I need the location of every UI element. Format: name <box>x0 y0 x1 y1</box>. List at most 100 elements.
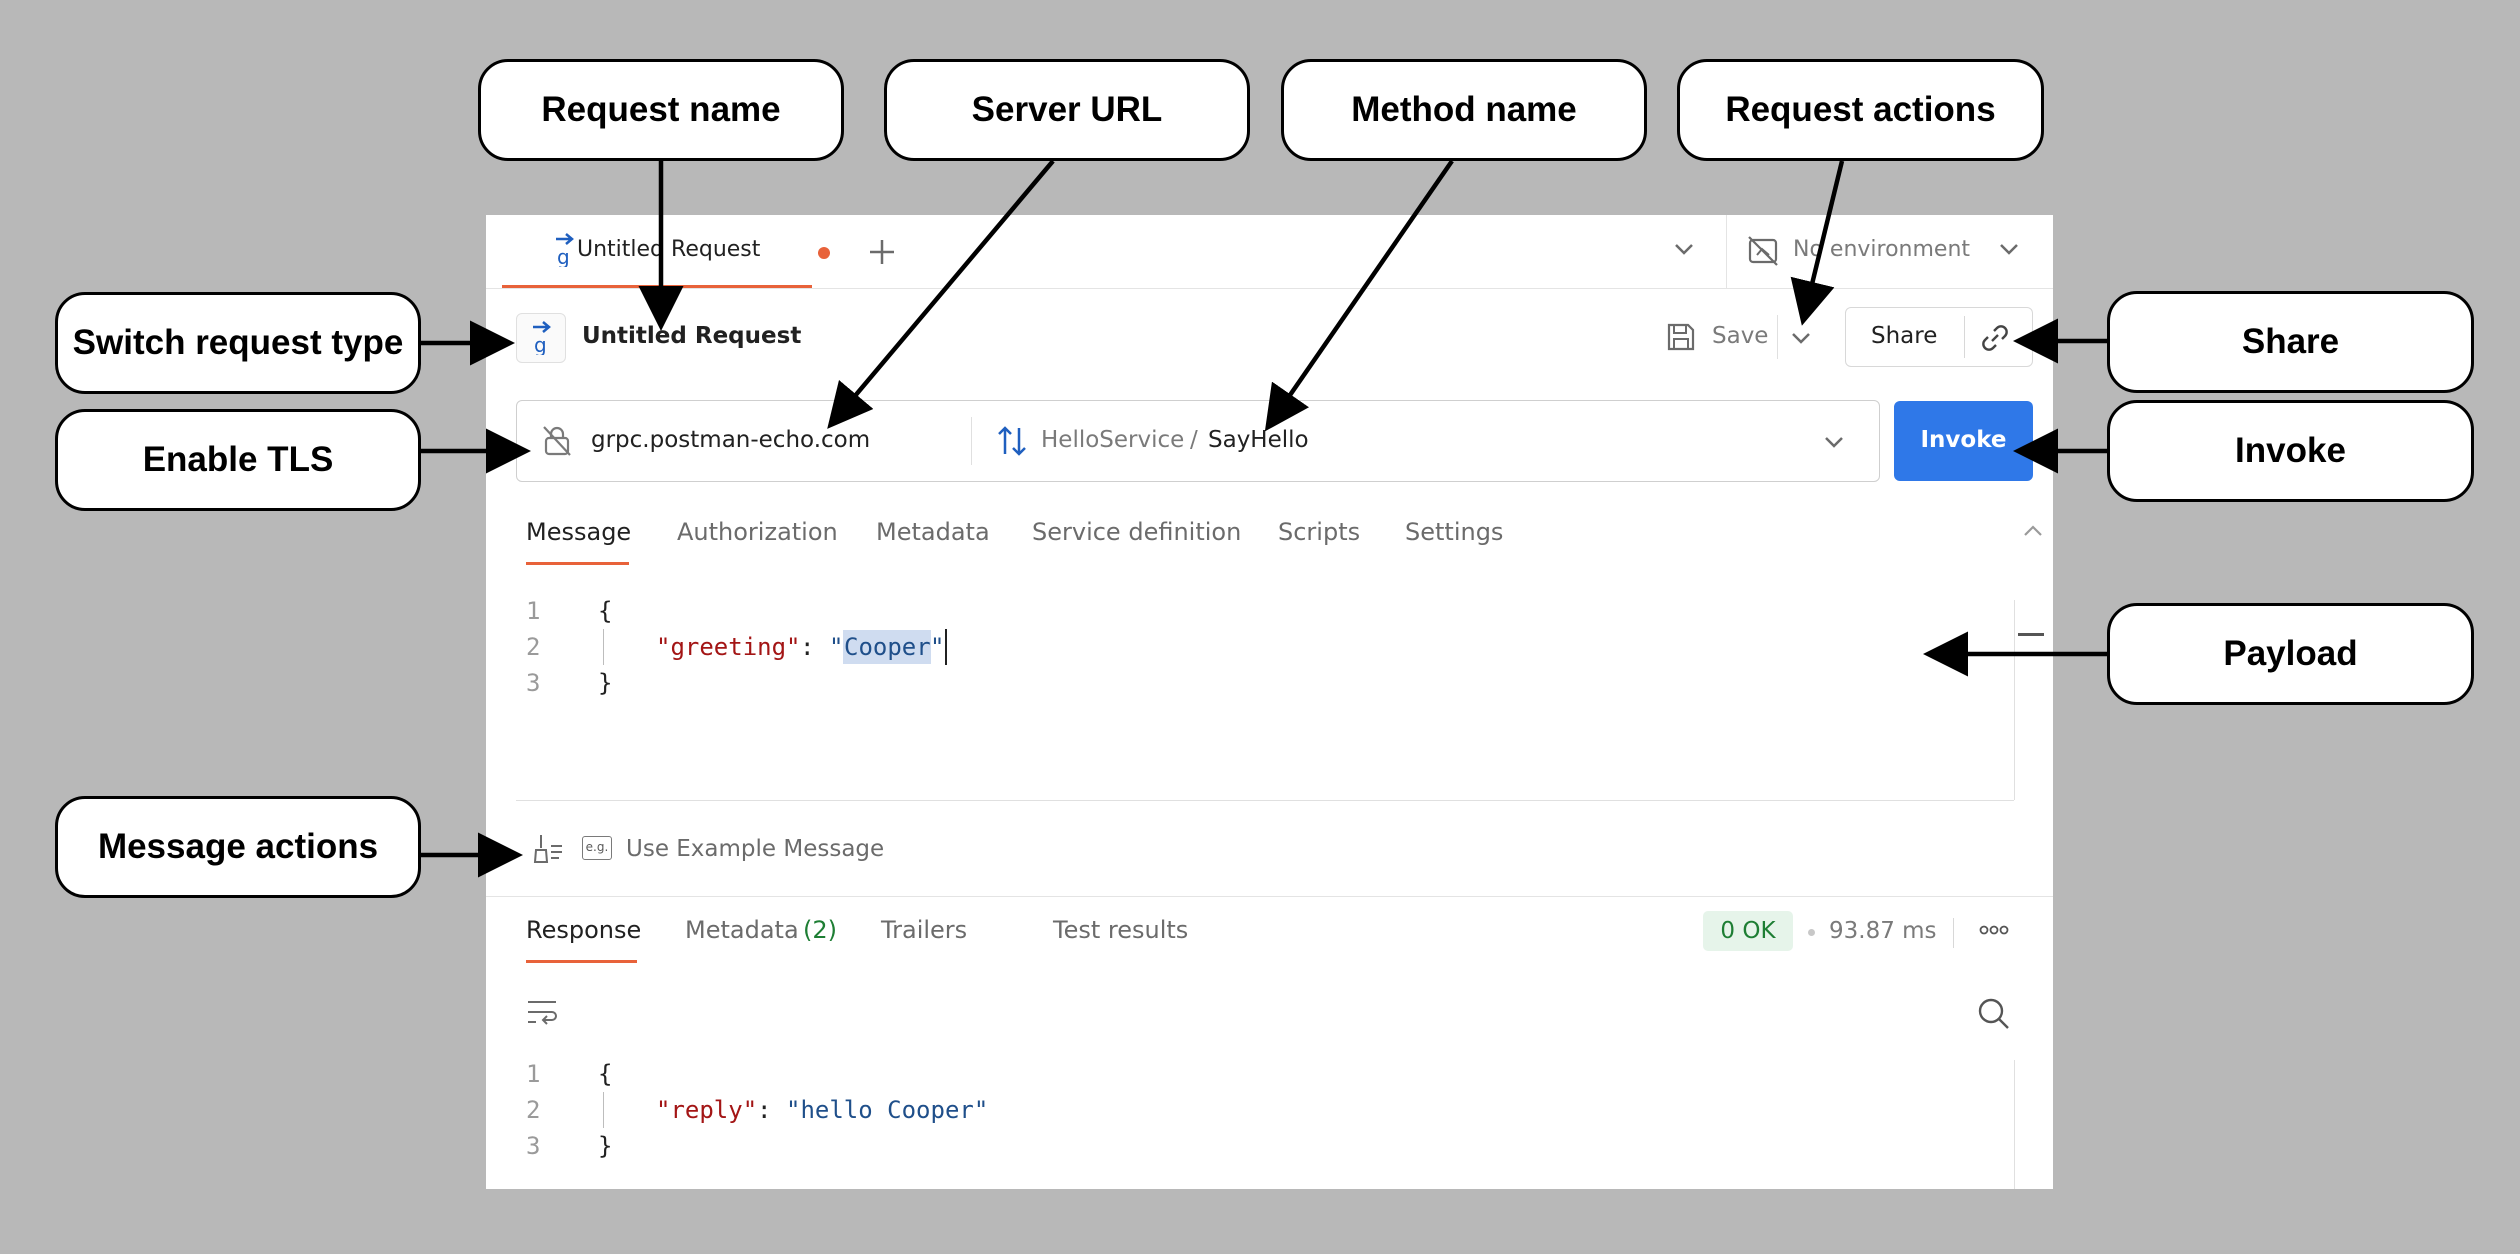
line-number: 3 <box>526 1132 541 1160</box>
indent-guide <box>603 1092 604 1128</box>
response-editor: 1 2 3 { "reply" : "hello Cooper" } <box>516 1060 2014 1189</box>
json-key: "greeting" <box>656 633 801 661</box>
collapse-chevron-up-icon[interactable] <box>2023 524 2043 538</box>
tab-response-metadata[interactable]: Metadata <box>685 916 799 944</box>
tab-test-results[interactable]: Test results <box>1053 916 1188 944</box>
callout-enable-tls: Enable TLS <box>55 409 421 511</box>
invoke-button[interactable]: Invoke <box>1894 401 2033 481</box>
text-cursor <box>945 629 947 665</box>
json-value: "hello Cooper" <box>786 1096 989 1124</box>
json-close-brace: } <box>598 669 613 697</box>
json-colon: : <box>757 1096 772 1124</box>
callout-switch-request-type: Switch request type <box>55 292 421 394</box>
server-url-input[interactable]: grpc.postman-echo.com <box>591 427 870 453</box>
tab-response-underline <box>526 960 637 963</box>
line-number: 1 <box>526 1060 541 1088</box>
message-editor[interactable]: 1 2 3 { "greeting" : " Cooper " } <box>516 585 2014 801</box>
request-title[interactable]: Untitled Request <box>582 323 801 349</box>
tls-disabled-lock-icon[interactable] <box>542 425 572 457</box>
new-tab-plus-icon[interactable] <box>868 238 896 266</box>
use-example-label: Use Example Message <box>626 836 885 862</box>
json-close-brace: } <box>598 1132 613 1160</box>
search-icon[interactable] <box>1977 997 2011 1031</box>
svg-text:g: g <box>557 245 570 267</box>
json-key: "reply" <box>656 1096 758 1124</box>
environment-chevron-down-icon <box>1999 242 2019 256</box>
share-group: Share <box>1845 307 2033 367</box>
tab-service-definition[interactable]: Service definition <box>1032 518 1241 546</box>
json-colon: : <box>800 633 815 661</box>
tab-metadata[interactable]: Metadata <box>876 518 990 546</box>
no-environment-icon <box>1747 235 1779 267</box>
request-tabs: Message Authorization Metadata Service d… <box>526 515 1626 565</box>
tab-message[interactable]: Message <box>526 518 631 546</box>
json-value-quote: " <box>930 633 945 661</box>
example-icon: e.g. <box>582 836 612 860</box>
tab-trailers[interactable]: Trailers <box>881 916 967 944</box>
response-divider <box>486 896 2053 897</box>
json-value-selected: Cooper <box>844 633 931 661</box>
tab-response[interactable]: Response <box>526 916 641 944</box>
request-tab[interactable]: g Untitled Request <box>502 215 830 288</box>
svg-text:g: g <box>534 333 547 355</box>
method-arrows-icon <box>996 424 1028 458</box>
url-divider <box>971 417 972 465</box>
callout-invoke: Invoke <box>2107 400 2474 502</box>
save-divider <box>1777 315 1778 359</box>
share-divider <box>1964 316 1965 358</box>
grpc-icon: g <box>529 321 555 355</box>
callout-server-url: Server URL <box>884 59 1250 161</box>
request-actions-chevron-down-icon[interactable] <box>1791 331 1811 345</box>
editor-scrollbar-thumb[interactable] <box>2018 633 2044 636</box>
beautify-broom-icon[interactable] <box>532 832 566 866</box>
invoke-label: Invoke <box>1920 427 2007 453</box>
tab-scripts[interactable]: Scripts <box>1278 518 1360 546</box>
environment-selector[interactable]: No environment <box>1727 215 2053 288</box>
callout-request-name: Request name <box>478 59 844 161</box>
grpc-request-window: g Untitled Request No environment g Unti… <box>486 215 2053 1189</box>
response-tabs: Response Metadata (2) Trailers Test resu… <box>526 913 1326 963</box>
request-tab-title: Untitled Request <box>577 237 761 262</box>
status-badge: 0 OK <box>1703 911 1793 951</box>
line-number: 3 <box>526 669 541 697</box>
tab-message-underline <box>526 562 629 565</box>
callout-request-actions: Request actions <box>1677 59 2044 161</box>
callout-method-name: Method name <box>1281 59 1647 161</box>
response-scrollbar-track[interactable] <box>2014 1060 2015 1189</box>
save-button[interactable]: Save <box>1656 307 1768 367</box>
callout-payload: Payload <box>2107 603 2474 705</box>
callout-share: Share <box>2107 291 2474 393</box>
line-number: 2 <box>526 1096 541 1124</box>
json-open-brace: { <box>598 597 613 625</box>
status-divider <box>1953 918 1954 948</box>
unsaved-dot <box>818 247 830 259</box>
grpc-icon: g <box>552 233 578 267</box>
tabs-dropdown-chevron-down-icon[interactable] <box>1674 242 1694 256</box>
save-icon <box>1666 322 1696 352</box>
share-button[interactable]: Share <box>1871 323 1937 349</box>
tab-settings[interactable]: Settings <box>1405 518 1503 546</box>
annotated-screenshot: { "callouts": { "request_name": "Request… <box>0 0 2520 1254</box>
json-open-brace: { <box>598 1060 613 1088</box>
service-method-separator: / <box>1190 427 1198 453</box>
tab-authorization[interactable]: Authorization <box>677 518 838 546</box>
method-name: SayHello <box>1208 427 1309 453</box>
more-options-icon[interactable] <box>1979 924 2009 936</box>
save-label: Save <box>1712 323 1769 349</box>
link-icon[interactable] <box>1979 322 2011 354</box>
switch-request-type-button[interactable]: g <box>516 313 566 363</box>
metadata-count: (2) <box>803 916 837 944</box>
wrap-lines-icon[interactable] <box>526 998 560 1028</box>
status-dot-separator <box>1808 929 1815 936</box>
method-chevron-down-icon <box>1824 435 1844 449</box>
environment-label: No environment <box>1793 237 1971 262</box>
line-number: 1 <box>526 597 541 625</box>
line-number: 2 <box>526 633 541 661</box>
callout-message-actions: Message actions <box>55 796 421 898</box>
indent-guide <box>603 629 604 665</box>
use-example-message-button[interactable]: e.g. Use Example Message <box>582 830 912 870</box>
service-name: HelloService <box>1041 427 1185 453</box>
editor-scrollbar-track[interactable] <box>2014 600 2015 800</box>
method-selector[interactable]: HelloService / SayHello <box>1041 415 1861 467</box>
json-value-quote: " <box>829 633 844 661</box>
